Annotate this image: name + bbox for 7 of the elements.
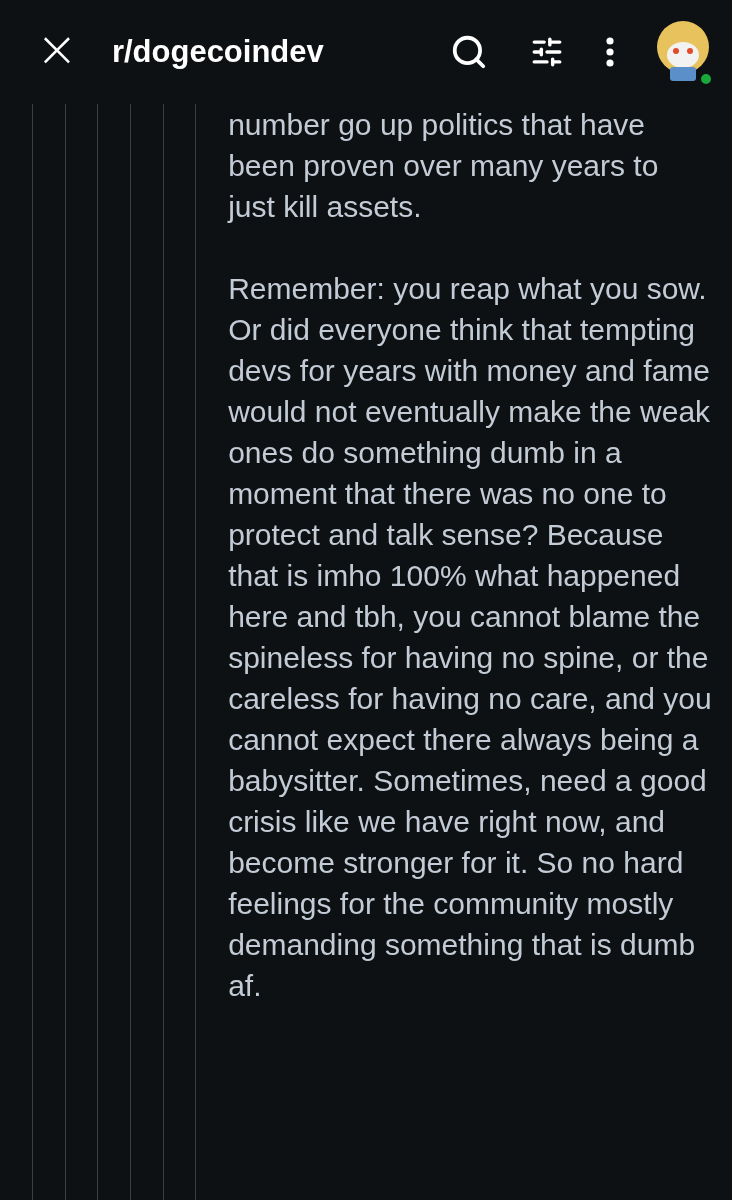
sliders-icon bbox=[530, 35, 564, 69]
search-icon bbox=[450, 33, 488, 71]
comment-paragraph: number go up politics that have been proven over many years to just kill assets. bbox=[228, 107, 660, 225]
subreddit-title: r/dogecoindev bbox=[111, 34, 325, 70]
close-button[interactable]: × bbox=[30, 24, 84, 80]
more-icon bbox=[606, 37, 614, 67]
comment-paragraph: Remember: you reap what you sow. Or did everyone think that tempting devs for years with money and fame would not eventually make the weak ones do something dumb in a moment that there was no one to protect and talk sense? Because that is imho 100% what happened here and tbh, you cannot blame the spineless for having no spine, or the careless for having no care, and you cannot expect there always being a babysitter. Sometimes, need a good crisis like we have right now, and become stronger for it. So no hard feelings for the community mostly demanding something that is dumb af. bbox=[228, 271, 713, 1004]
